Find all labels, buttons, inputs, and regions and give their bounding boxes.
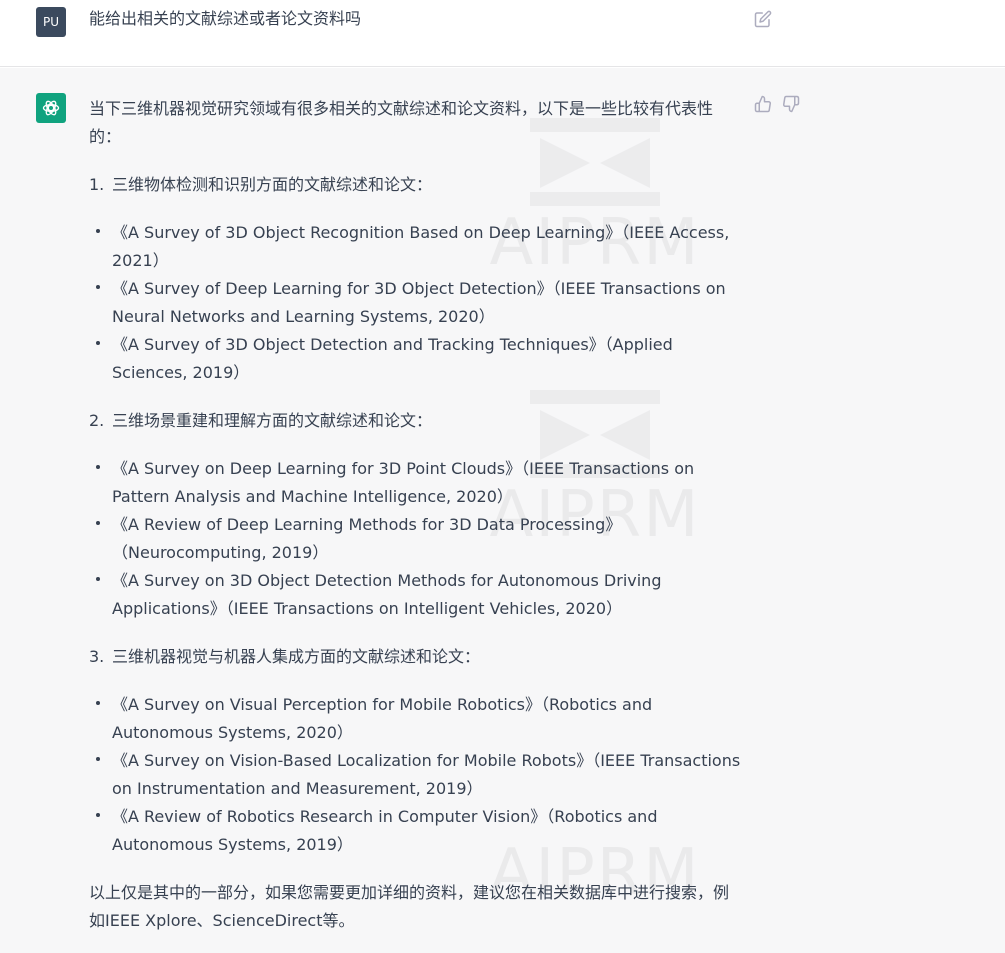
thumbs-up-icon[interactable] xyxy=(754,95,772,113)
list-item: 《A Survey on 3D Object Detection Methods… xyxy=(89,567,744,623)
section-heading: 3. 三维机器视觉与机器人集成方面的文献综述和论文： xyxy=(89,643,744,671)
assistant-avatar xyxy=(36,93,66,123)
section-heading: 1. 三维物体检测和识别方面的文献综述和论文： xyxy=(89,171,744,199)
reference-list: 《A Survey on Visual Perception for Mobil… xyxy=(89,691,744,859)
section-title: 三维场景重建和理解方面的文献综述和论文： xyxy=(112,411,433,430)
section-title: 三维机器视觉与机器人集成方面的文献综述和论文： xyxy=(112,647,481,666)
outro-paragraph: 以上仅是其中的一部分，如果您需要更加详细的资料，建议您在相关数据库中进行搜索，例… xyxy=(89,883,730,930)
section-number: 2. xyxy=(89,411,105,430)
section-heading: 2. 三维场景重建和理解方面的文献综述和论文： xyxy=(89,407,744,435)
list-item: 《A Survey on Vision-Based Localization f… xyxy=(89,747,744,803)
list-item: 《A Review of Deep Learning Methods for 3… xyxy=(89,511,744,567)
user-message-text: 能给出相关的文献综述或者论文资料吗 xyxy=(89,9,362,28)
thumbs-down-icon[interactable] xyxy=(782,95,800,113)
user-avatar: PU xyxy=(36,7,66,37)
list-item: 《A Survey on Deep Learning for 3D Point … xyxy=(89,455,744,511)
intro-paragraph: 当下三维机器视觉研究领域有很多相关的文献综述和论文资料，以下是一些比较有代表性的… xyxy=(89,99,714,146)
list-item: 《A Survey of Deep Learning for 3D Object… xyxy=(89,275,744,331)
section-number: 3. xyxy=(89,647,105,666)
assistant-message-content: 当下三维机器视觉研究领域有很多相关的文献综述和论文资料，以下是一些比较有代表性的… xyxy=(89,95,744,935)
reference-list: 《A Survey on Deep Learning for 3D Point … xyxy=(89,455,744,623)
assistant-message-row: AIPRM AIPRM AIPRM 当下三维机器视觉研究领域有很多相关的文献综述… xyxy=(0,68,1005,953)
openai-logo-icon xyxy=(42,100,60,116)
list-item: 《A Review of Robotics Research in Comput… xyxy=(89,803,744,859)
edit-icon[interactable] xyxy=(754,10,772,28)
section-number: 1. xyxy=(89,175,105,194)
reference-list: 《A Survey of 3D Object Recognition Based… xyxy=(89,219,744,387)
section-title: 三维物体检测和识别方面的文献综述和论文： xyxy=(112,175,433,194)
list-item: 《A Survey of 3D Object Detection and Tra… xyxy=(89,331,744,387)
list-item: 《A Survey on Visual Perception for Mobil… xyxy=(89,691,744,747)
user-message-row: PU 能给出相关的文献综述或者论文资料吗 xyxy=(0,0,1005,67)
list-item: 《A Survey of 3D Object Recognition Based… xyxy=(89,219,744,275)
